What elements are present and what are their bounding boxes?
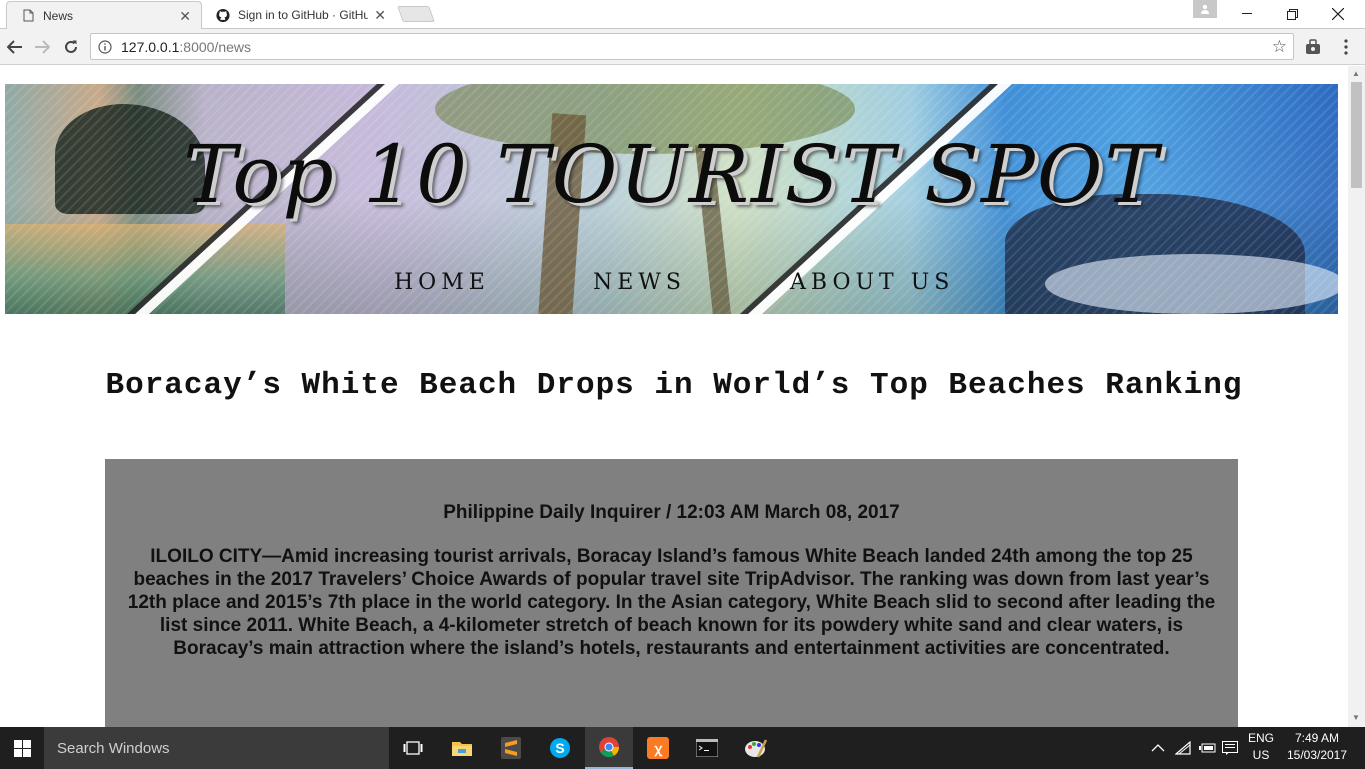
page-viewport: Top 10 TOURIST SPOT HOME NEWS ABOUT US B…: [0, 66, 1348, 727]
tab-title: News: [43, 8, 74, 23]
article-source: Philippine Daily Inquirer / 12:03 AM Mar…: [443, 502, 900, 523]
new-tab-button[interactable]: [397, 6, 435, 22]
article-card: Philippine Daily Inquirer / 12:03 AM Mar…: [105, 459, 1238, 727]
bookmark-star-icon[interactable]: ☆: [1272, 37, 1287, 57]
tab-github[interactable]: Sign in to GitHub · GitHub ✕: [202, 1, 396, 29]
scroll-down-icon[interactable]: ▼: [1352, 713, 1360, 722]
input-language[interactable]: ENG US: [1246, 730, 1276, 764]
minimize-icon[interactable]: [1224, 0, 1270, 28]
close-window-icon[interactable]: [1315, 0, 1361, 28]
article-body: ILOILO CITY—Amid increasing tourist arri…: [127, 546, 1216, 659]
reload-icon[interactable]: [59, 35, 83, 59]
nav-about-us[interactable]: ABOUT US: [790, 270, 954, 295]
address-bar[interactable]: 127.0.0.1:8000/news ☆: [90, 33, 1294, 60]
page-scrollbar[interactable]: ▲ ▼: [1348, 66, 1365, 727]
lang-code: ENG: [1247, 731, 1274, 745]
browser-toolbar: 127.0.0.1:8000/news ☆: [0, 29, 1365, 65]
tab-title: Sign in to GitHub · GitHub: [238, 8, 368, 22]
task-view-icon[interactable]: [389, 727, 437, 769]
system-clock[interactable]: 7:49 AM 15/03/2017: [1284, 730, 1350, 764]
scroll-up-icon[interactable]: ▲: [1352, 69, 1360, 78]
search-placeholder: Search Windows: [57, 739, 170, 757]
paint-icon[interactable]: [732, 727, 780, 769]
command-prompt-icon[interactable]: [683, 727, 731, 769]
taskbar-search-input[interactable]: Search Windows: [44, 727, 389, 769]
battery-icon[interactable]: [1199, 727, 1217, 769]
back-icon[interactable]: [3, 35, 27, 59]
nav-news[interactable]: NEWS: [593, 270, 686, 295]
site-banner: Top 10 TOURIST SPOT HOME NEWS ABOUT US: [5, 84, 1338, 314]
restore-icon[interactable]: [1269, 0, 1315, 28]
site-info-icon[interactable]: [97, 39, 113, 55]
scrollbar-thumb[interactable]: [1351, 82, 1362, 188]
windows-taskbar: Search Windows S ꭓ ENG US 7:49 AM 15/03/: [0, 727, 1365, 769]
close-tab-icon[interactable]: ✕: [179, 8, 191, 25]
profile-avatar-icon[interactable]: [1193, 0, 1217, 18]
clock-time: 7:49 AM: [1294, 731, 1340, 745]
xampp-icon[interactable]: ꭓ: [634, 727, 682, 769]
browser-tabstrip: News ✕ Sign in to GitHub · GitHub ✕: [0, 0, 1365, 29]
skype-icon[interactable]: S: [536, 727, 584, 769]
article-headline: Boracay’s White Beach Drops in World’s T…: [105, 368, 1243, 403]
sublime-text-icon[interactable]: [487, 727, 535, 769]
url-host: 127.0.0.1: [121, 38, 180, 55]
clock-date: 15/03/2017: [1286, 748, 1348, 762]
file-explorer-icon[interactable]: [438, 727, 486, 769]
svg-text:S: S: [555, 740, 564, 756]
tab-news[interactable]: News ✕: [6, 1, 202, 29]
url-path: :8000/news: [179, 38, 251, 55]
forward-icon[interactable]: [30, 35, 54, 59]
network-icon[interactable]: [1175, 727, 1191, 769]
nav-home[interactable]: HOME: [394, 270, 490, 295]
windows-start-icon[interactable]: [0, 727, 44, 769]
site-title: Top 10 TOURIST SPOT: [183, 128, 1160, 221]
lang-region: US: [1252, 748, 1270, 762]
github-icon: [216, 8, 230, 22]
extension-icon[interactable]: [1303, 37, 1323, 57]
action-center-icon[interactable]: [1222, 727, 1238, 769]
page-icon: [21, 9, 35, 23]
show-hidden-icons[interactable]: [1151, 727, 1165, 769]
chrome-icon[interactable]: [585, 727, 633, 769]
close-tab-icon[interactable]: ✕: [374, 7, 386, 24]
chrome-menu-icon[interactable]: [1336, 37, 1356, 57]
